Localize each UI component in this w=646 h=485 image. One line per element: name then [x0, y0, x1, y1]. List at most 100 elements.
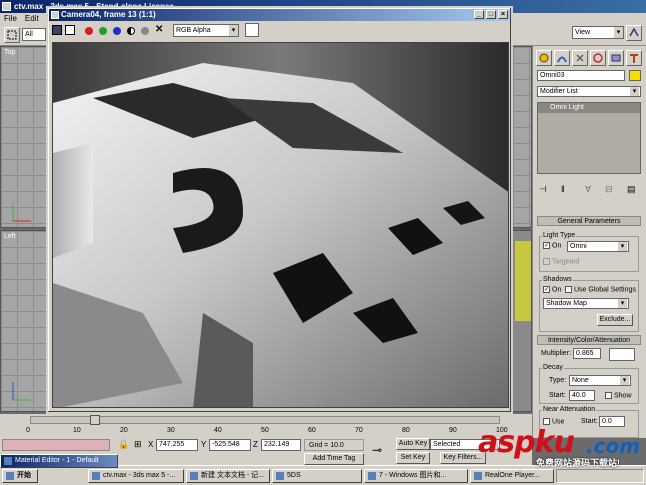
y-coord-field[interactable]: -525.548	[209, 439, 251, 451]
alpha-channel-icon[interactable]	[127, 27, 135, 35]
clear-icon[interactable]: ✕	[155, 24, 163, 35]
viewport-front[interactable]	[512, 46, 532, 228]
render-window-title-bar[interactable]: Camera04, frame 13 (1:1) _ □ ×	[49, 9, 510, 21]
multiplier-field[interactable]: 0.865	[573, 348, 601, 359]
general-params-rollout[interactable]: General Parameters	[537, 216, 641, 226]
modifier-list-dropdown[interactable]: Modifier List	[537, 86, 641, 97]
hierarchy-icon	[576, 54, 584, 62]
ref-coord-value: View	[575, 29, 591, 36]
track-bar[interactable]	[30, 416, 500, 424]
shadow-type-dropdown[interactable]: Shadow Map	[543, 298, 629, 309]
clone-window-icon[interactable]	[65, 25, 75, 35]
intensity-rollout[interactable]: Intensity/Color/Attenuation	[537, 335, 641, 345]
remove-modifier-icon[interactable]: ⊟	[605, 184, 613, 195]
timeline-tick-label: 10	[73, 427, 81, 434]
green-channel-icon[interactable]	[99, 27, 107, 35]
light-color-swatch[interactable]	[609, 348, 635, 361]
viewport-left[interactable]: Left	[0, 230, 48, 412]
decay-type-dropdown[interactable]: None	[569, 375, 631, 386]
render-toolbar: ✕ RGB Alpha ▾	[49, 22, 510, 40]
object-color-swatch[interactable]	[629, 70, 641, 81]
hierarchy-tab[interactable]	[572, 50, 588, 66]
viewport-left-label[interactable]: Left	[4, 233, 16, 240]
main-toolbar: All	[0, 24, 48, 46]
close-button[interactable]: ×	[498, 10, 508, 19]
key-mode-icon[interactable]: ⊸	[372, 443, 382, 457]
monochrome-icon[interactable]	[141, 27, 149, 35]
color-swatch-icon[interactable]	[245, 23, 259, 37]
configure-sets-icon[interactable]: ▤	[627, 184, 636, 195]
viewport-perspective[interactable]	[512, 230, 532, 412]
set-key-button[interactable]: Set Key	[396, 452, 430, 464]
taskbar-notepad[interactable]: 新建 文本文档 - 记...	[186, 469, 270, 483]
modify-tab[interactable]	[554, 50, 570, 66]
red-channel-icon[interactable]	[85, 27, 93, 35]
object-name-field[interactable]: Omni03	[537, 70, 625, 81]
mirror-tool-button[interactable]	[626, 25, 642, 41]
exclude-button[interactable]: Exclude...	[597, 314, 633, 326]
use-global-checkbox[interactable]: Use Global Settings	[565, 286, 636, 293]
decay-start-field[interactable]: 40.0	[569, 390, 595, 401]
light-on-check-icon: ✓	[543, 242, 550, 249]
maximize-button[interactable]: □	[486, 10, 496, 19]
viewport-top-label[interactable]: Top	[4, 49, 15, 56]
axis-tripod-icon	[12, 382, 31, 401]
menu-edit[interactable]: Edit	[21, 13, 43, 24]
site-watermark: aspku .com 免费网站源码下载站!	[478, 425, 646, 469]
timeline-tick-label: 90	[449, 427, 457, 434]
lock-selection-icon[interactable]: 🔒	[118, 439, 129, 450]
show-end-result-icon[interactable]: ‖	[561, 184, 565, 194]
taskbar-3dsmax[interactable]: ctv.max - 3ds max 5 -...	[88, 469, 184, 483]
save-bitmap-icon[interactable]	[52, 25, 62, 35]
light-type-dropdown[interactable]: Omni	[567, 241, 629, 252]
selection-filter-dropdown[interactable]: All	[22, 28, 46, 41]
near-start-field[interactable]: 0.0	[599, 416, 625, 427]
z-coord-field[interactable]: 232.149	[261, 439, 301, 451]
select-tool-button[interactable]	[4, 27, 20, 43]
utilities-tab[interactable]	[626, 50, 642, 66]
perspective-geometry	[515, 241, 531, 321]
decay-show-checkbox[interactable]: Show	[605, 392, 632, 399]
absolute-mode-icon[interactable]: ⊞	[134, 439, 142, 450]
timeline-tick-label: 0	[26, 427, 30, 434]
taskbar-picture-viewer[interactable]: 7 - Windows 图片和...	[364, 469, 468, 483]
channel-select-value: RGB Alpha	[176, 27, 211, 34]
create-tab[interactable]	[536, 50, 552, 66]
minimize-button[interactable]: _	[474, 10, 484, 19]
time-slider-thumb[interactable]	[90, 415, 100, 425]
timeline-tick-label: 70	[355, 427, 363, 434]
taskbar-realone[interactable]: RealOne Player...	[470, 469, 554, 483]
targeted-checkbox[interactable]: Targeted	[543, 258, 579, 265]
decay-show-label: Show	[614, 392, 632, 400]
channel-select-dropdown[interactable]: RGB Alpha ▾	[173, 24, 239, 37]
chevron-down-icon: ▾	[229, 25, 238, 36]
add-time-tag-button[interactable]: Add Time Tag	[304, 453, 364, 465]
watermark-brand: aspku	[478, 425, 575, 460]
general-params-header: General Parameters	[557, 218, 621, 225]
display-tab[interactable]	[608, 50, 624, 66]
make-unique-icon[interactable]: ∀	[585, 184, 591, 195]
use-global-label: Use Global Settings	[574, 286, 636, 294]
select-region-icon	[7, 30, 17, 40]
menu-file[interactable]: File	[0, 13, 21, 24]
start-button[interactable]: 开始	[2, 469, 38, 483]
taskbar-material-editor[interactable]: Material Editor - 1 - Default	[0, 454, 118, 468]
blue-channel-icon[interactable]	[113, 27, 121, 35]
ref-coord-dropdown[interactable]: View ▾	[572, 26, 624, 39]
stack-controls: ⊣ ‖ ∀ ⊟ ▤	[537, 182, 641, 198]
motion-tab[interactable]	[590, 50, 606, 66]
time-slider[interactable]: 0 10 20 30 40 50 60 70 80 90 100	[0, 414, 532, 438]
shadows-on-checkbox[interactable]: ✓ On	[543, 286, 561, 293]
rendered-image	[52, 42, 509, 408]
viewport-top[interactable]: Top	[0, 46, 48, 228]
use-global-check-icon	[565, 286, 572, 293]
maxscript-listener[interactable]	[2, 439, 110, 451]
taskbar-5ds[interactable]: 5DS	[272, 469, 362, 483]
stack-item-omni-light[interactable]: Omni Light	[538, 103, 640, 113]
x-coord-field[interactable]: 747.255	[156, 439, 198, 451]
timeline-tick-label: 40	[214, 427, 222, 434]
pin-stack-icon[interactable]: ⊣	[539, 184, 547, 195]
auto-key-button[interactable]: Auto Key	[396, 438, 430, 450]
light-on-checkbox[interactable]: ✓ On	[543, 242, 561, 249]
light-type-label: Light Type	[542, 232, 577, 239]
